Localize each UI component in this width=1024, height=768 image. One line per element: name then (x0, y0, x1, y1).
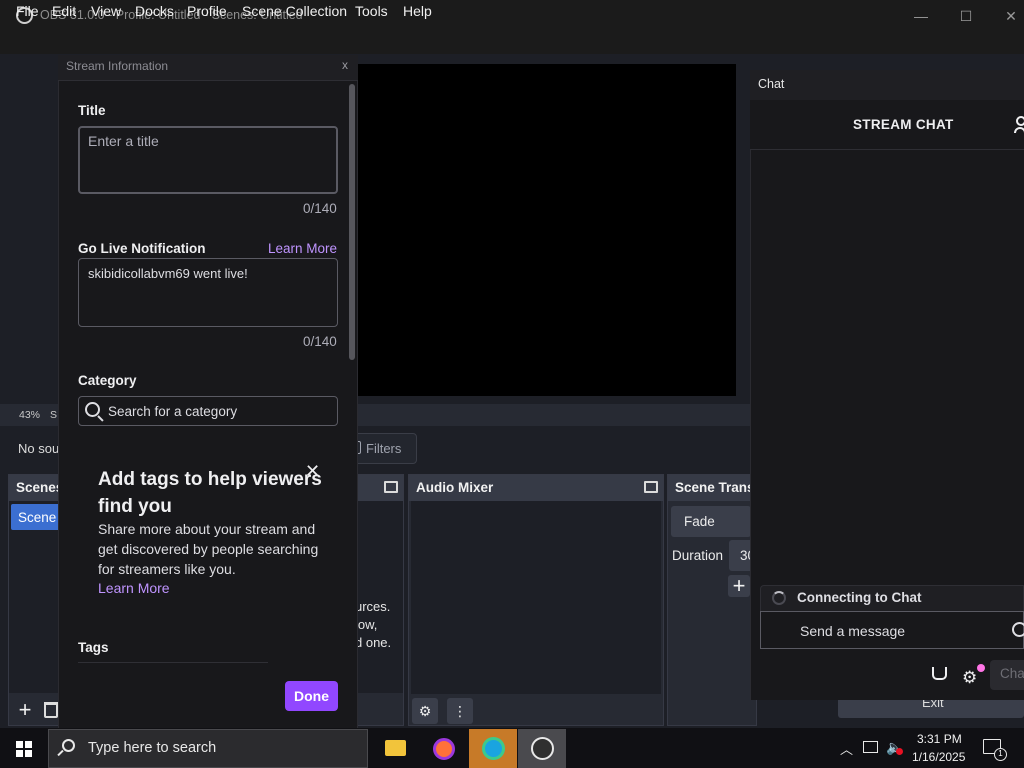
edge-icon (482, 737, 505, 760)
scenes-dock-title: Scenes (16, 480, 64, 495)
tags-input-edge[interactable] (78, 662, 268, 663)
audio-mixer-float-icon[interactable] (644, 481, 658, 493)
menu-file[interactable]: File (16, 3, 39, 19)
audio-mixer-body (411, 501, 661, 694)
duration-label: Duration (672, 548, 724, 563)
title-label: Title (78, 103, 106, 118)
clock-time[interactable]: 3:31 PM (917, 732, 962, 746)
maximize-button[interactable]: ☐ (951, 4, 981, 28)
menu-profile[interactable]: Profile (187, 3, 227, 19)
edge-button[interactable] (469, 729, 517, 768)
zoom-level: 43% (19, 409, 41, 421)
windows-start-icon[interactable] (16, 741, 32, 757)
sources-list (351, 501, 403, 693)
audio-mixer-menu-icon[interactable]: ⋮ (447, 698, 473, 724)
scene-item-label: Scene (18, 510, 57, 525)
category-search-placeholder: Search for a category (108, 404, 238, 419)
tags-learn-more-link[interactable]: Learn More (98, 580, 170, 596)
firefox-icon (433, 738, 455, 760)
user-list-icon-body (1014, 127, 1024, 133)
preview-canvas[interactable] (356, 64, 736, 396)
chat-settings-gear-icon[interactable]: ⚙ (962, 668, 977, 688)
connecting-status-label: Connecting to Chat (797, 590, 922, 605)
menu-bar (0, 32, 1024, 54)
scene-transitions-title: Scene Trans (675, 480, 755, 495)
filters-label: Filters (366, 441, 402, 456)
network-icon[interactable] (863, 741, 878, 753)
menu-tools[interactable]: Tools (355, 3, 388, 19)
remove-scene-icon[interactable] (44, 702, 58, 718)
obs-taskbar-button[interactable] (518, 729, 566, 768)
stream-information-scrollbar[interactable] (349, 84, 355, 360)
menu-docks[interactable]: Docks (135, 3, 174, 19)
show-hidden-icons-chevron-up-icon[interactable]: ︿ (840, 739, 853, 758)
go-live-notification-label: Go Live Notification (78, 241, 206, 256)
no-source-label: No sou (18, 441, 60, 456)
sources-hint-line-1: urces. (355, 599, 391, 614)
transition-select-value: Fade (684, 514, 715, 529)
menu-help[interactable]: Help (403, 3, 432, 19)
notification-dot-icon (977, 664, 985, 672)
menu-edit[interactable]: Edit (52, 3, 76, 19)
obs-icon (531, 737, 554, 760)
audio-mixer-title: Audio Mixer (416, 480, 494, 495)
go-live-notification-value: skibidicollabvm69 went live! (88, 266, 248, 281)
chat-dock-title: Chat (758, 77, 785, 91)
tags-popup-body: Share more about your stream and get dis… (98, 521, 319, 577)
tags-popup-title: Add tags to help viewers find you (98, 469, 322, 517)
status-fragment: S (50, 409, 58, 421)
minimize-button[interactable]: — (906, 4, 936, 28)
stream-chat-title: STREAM CHAT (853, 117, 954, 132)
add-scene-button[interactable]: + (14, 699, 36, 721)
sources-hint-line-3: d one. (355, 635, 392, 650)
taskbar-search-icon (62, 739, 75, 752)
sources-hint-line-2: low, (355, 617, 378, 632)
folder-icon (385, 740, 406, 756)
loading-spinner-icon (772, 591, 786, 605)
go-live-counter: 0/140 (303, 334, 337, 349)
chat-send-button-label: Cha (1000, 666, 1024, 681)
title-counter: 0/140 (303, 201, 337, 216)
tags-label: Tags (78, 640, 109, 655)
user-list-icon[interactable] (1016, 116, 1024, 126)
bits-icon[interactable] (932, 667, 947, 680)
close-window-button[interactable]: ✕ (996, 4, 1024, 28)
stream-information-close-button[interactable]: x (342, 58, 348, 72)
advanced-audio-gear-icon[interactable]: ⚙ (412, 698, 438, 724)
title-placeholder: Enter a title (88, 133, 159, 149)
mute-x-icon (896, 748, 903, 755)
menu-scene-collection[interactable]: Scene Collection (242, 3, 347, 19)
notification-count-badge: 1 (994, 748, 1007, 761)
tags-popup-close-icon[interactable]: ✕ (305, 461, 320, 482)
stream-information-title: Stream Information (66, 59, 169, 73)
clock-date[interactable]: 1/16/2025 (912, 750, 965, 764)
go-live-learn-more-link[interactable]: Learn More (268, 241, 337, 256)
add-transition-button[interactable]: + (728, 575, 750, 597)
chat-dock-header (750, 70, 1024, 100)
category-label: Category (78, 373, 137, 388)
emote-picker-icon[interactable] (1012, 622, 1024, 637)
firefox-button[interactable] (420, 729, 468, 768)
send-message-placeholder: Send a message (800, 623, 906, 639)
file-explorer-button[interactable] (371, 729, 419, 768)
sources-float-icon[interactable] (384, 481, 398, 493)
done-button-label: Done (294, 688, 329, 704)
menu-view[interactable]: View (91, 3, 121, 19)
taskbar-search-placeholder: Type here to search (88, 740, 217, 756)
